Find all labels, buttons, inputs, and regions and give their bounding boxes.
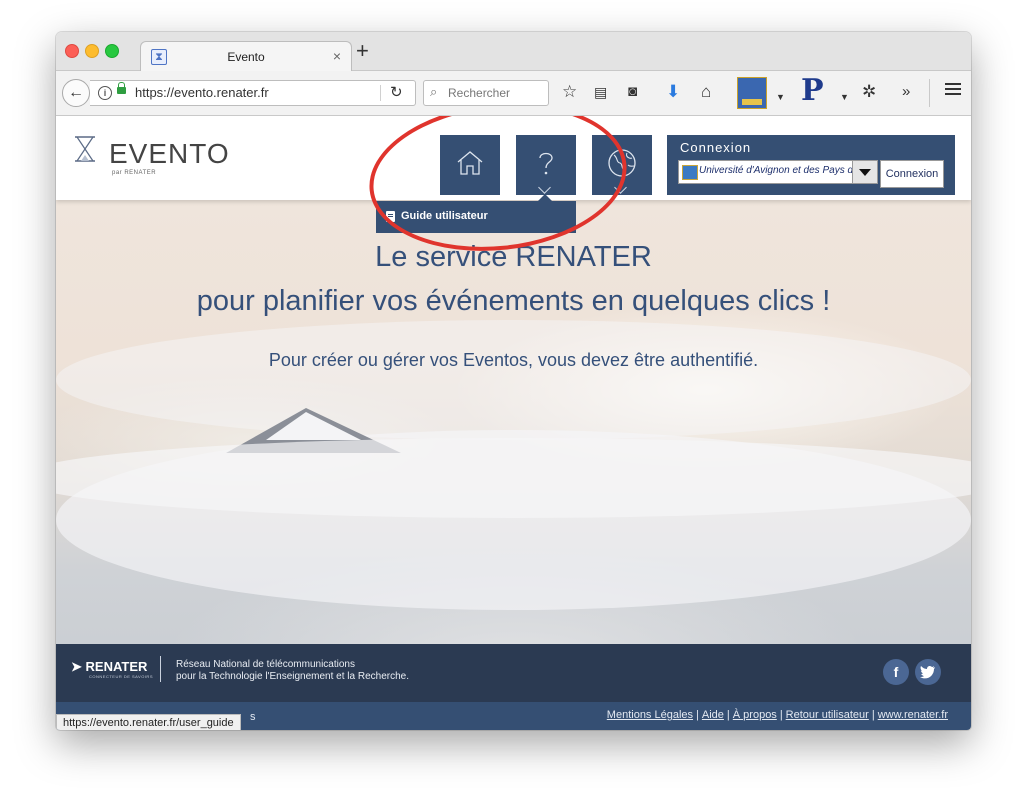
p-extension-icon[interactable]: P bbox=[801, 75, 824, 107]
pocket-icon[interactable]: ◙ bbox=[628, 82, 637, 102]
site-footer: ➤ RENATER CONNECTEUR DE SAVOIRS Réseau N… bbox=[56, 644, 971, 702]
close-tab-icon[interactable]: × bbox=[333, 48, 341, 64]
connexion-title: Connexion bbox=[680, 140, 752, 155]
renater-description: Réseau National de télécommunications po… bbox=[176, 659, 409, 683]
status-bar-url: https://evento.renater.fr/user_guide bbox=[56, 714, 241, 730]
reading-list-icon[interactable]: ▤ bbox=[594, 82, 607, 102]
connexion-button[interactable]: Connexion bbox=[880, 160, 944, 188]
address-bar[interactable]: i https://evento.renater.fr ↻ bbox=[90, 80, 416, 106]
tab-title: Evento bbox=[227, 50, 265, 64]
renater-description-line1: Réseau National de télécommunications bbox=[176, 659, 355, 670]
page-content: Le service RENATER pour planifier vos év… bbox=[56, 116, 971, 730]
twitter-bird-icon bbox=[920, 665, 935, 679]
overflow-icon[interactable]: » bbox=[902, 82, 910, 102]
facebook-icon[interactable]: f bbox=[883, 659, 909, 685]
renater-description-line2: pour la Technologie l'Enseignement et la… bbox=[176, 671, 409, 682]
institution-logo-icon bbox=[682, 165, 698, 180]
search-input[interactable]: ⌕ Rechercher bbox=[423, 80, 549, 106]
navigation-bar: ← i https://evento.renater.fr ↻ ⌕ Recher… bbox=[56, 71, 971, 116]
browser-window: ⧗ Evento × + ← i https://evento.renater.… bbox=[56, 32, 971, 730]
search-icon: ⌕ bbox=[430, 84, 438, 99]
back-button[interactable]: ← bbox=[62, 79, 90, 107]
link-separator: | bbox=[779, 709, 783, 721]
logo-text[interactable]: EVENTO bbox=[109, 138, 230, 170]
search-placeholder: Rechercher bbox=[448, 86, 511, 100]
url-text[interactable]: https://evento.renater.fr bbox=[135, 85, 269, 100]
new-tab-icon[interactable]: + bbox=[356, 40, 369, 62]
footer-link-a-propos[interactable]: À propos bbox=[733, 709, 777, 721]
snippet-icon[interactable]: ✲ bbox=[862, 82, 876, 102]
link-separator: | bbox=[871, 709, 875, 721]
window-maximize-button[interactable] bbox=[105, 44, 119, 58]
footer-link-renater[interactable]: www.renater.fr bbox=[878, 709, 948, 721]
footer-divider bbox=[160, 656, 161, 682]
window-close-button[interactable] bbox=[65, 44, 79, 58]
lock-icon bbox=[117, 82, 126, 94]
window-minimize-button[interactable] bbox=[85, 44, 99, 58]
url-divider bbox=[380, 85, 381, 101]
extension-icon[interactable] bbox=[737, 77, 767, 109]
hamburger-menu-icon[interactable] bbox=[945, 83, 961, 97]
renater-bird-icon: ➤ bbox=[71, 659, 82, 674]
institution-select[interactable]: Université d'Avignon et des Pays de Vauc… bbox=[678, 160, 878, 184]
extension-menu-arrow-icon[interactable]: ▼ bbox=[776, 87, 785, 107]
hero-subtitle: Pour créer ou gérer vos Eventos, vous de… bbox=[268, 350, 759, 370]
info-icon[interactable]: i bbox=[98, 86, 112, 100]
select-arrow-icon[interactable] bbox=[852, 161, 877, 183]
footer-link-aide[interactable]: Aide bbox=[702, 709, 724, 721]
renater-tagline: CONNECTEUR DE SAVOIRS bbox=[89, 674, 153, 679]
tab-bar: ⧗ Evento × + bbox=[56, 32, 971, 72]
link-separator: | bbox=[696, 709, 699, 721]
renater-logo-text: RENATER bbox=[85, 659, 148, 674]
browser-tab[interactable]: ⧗ Evento × bbox=[140, 41, 352, 72]
footer-link-mentions-legales[interactable]: Mentions Légales bbox=[607, 709, 693, 721]
hero-title-line2: pour planifier vos événements en quelque… bbox=[196, 285, 831, 317]
footer-links: Mentions Légales | Aide | À propos | Retour ut… bbox=[607, 709, 948, 721]
home-icon[interactable]: ⌂ bbox=[701, 82, 711, 102]
link-separator: | bbox=[726, 709, 730, 721]
star-icon[interactable]: ☆ bbox=[562, 82, 577, 102]
cloud bbox=[56, 320, 971, 440]
logo-subtitle: par RENATER bbox=[112, 170, 157, 176]
status-bar-url-suffix: s bbox=[250, 711, 256, 723]
footer-link-retour-utilisateur[interactable]: Retour utilisateur bbox=[786, 709, 869, 721]
hourglass-logo-icon bbox=[75, 136, 95, 162]
connexion-panel: Connexion Université d'Avignon et des Pa… bbox=[667, 135, 955, 195]
twitter-icon[interactable] bbox=[915, 659, 941, 685]
p-extension-menu-arrow-icon[interactable]: ▼ bbox=[840, 87, 849, 107]
reload-icon[interactable]: ↻ bbox=[390, 83, 403, 101]
renater-logo[interactable]: ➤ RENATER bbox=[71, 659, 147, 675]
mountain-snow bbox=[266, 412, 361, 440]
cloud bbox=[56, 438, 971, 518]
download-icon[interactable]: ⬇ bbox=[666, 82, 680, 102]
toolbar-divider bbox=[929, 79, 930, 107]
